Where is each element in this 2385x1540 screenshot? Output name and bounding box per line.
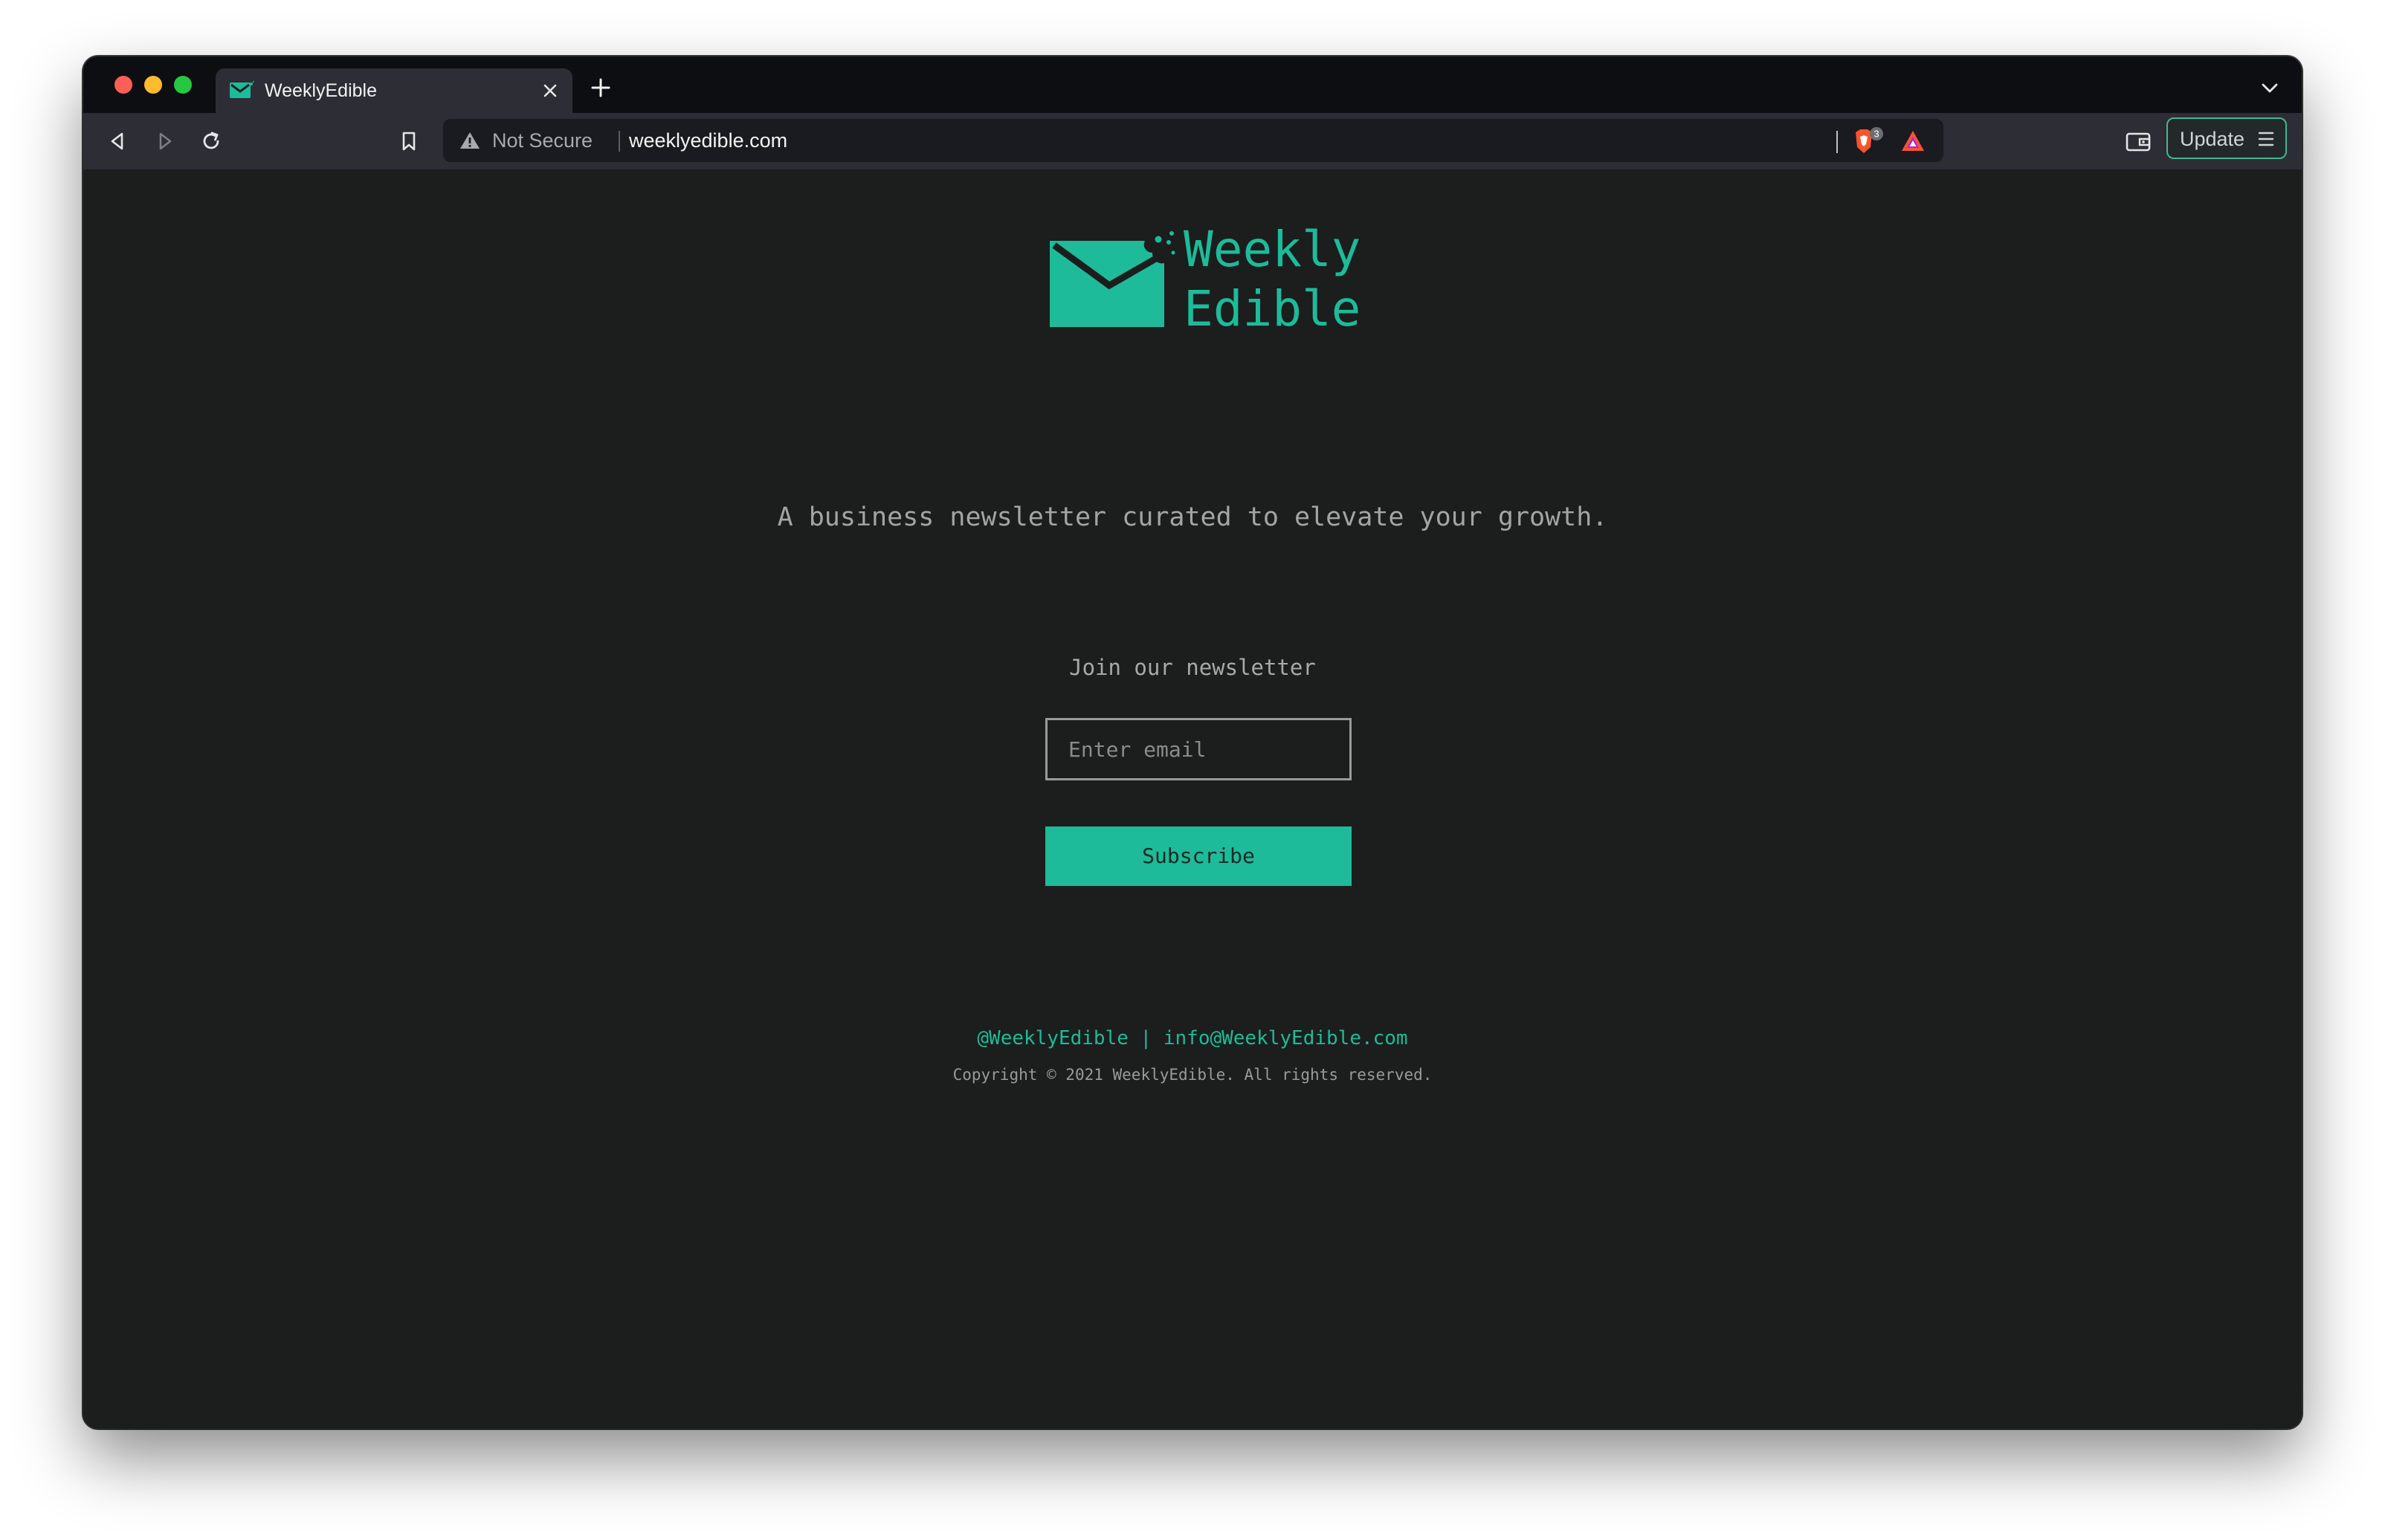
url-separator bbox=[1836, 131, 1838, 153]
footer-separator: | bbox=[1140, 1027, 1152, 1049]
forward-icon[interactable] bbox=[153, 129, 177, 153]
tab-weeklyedible[interactable]: WeeklyEdible bbox=[216, 68, 572, 113]
close-window-button[interactable] bbox=[114, 76, 132, 94]
footer-links: @WeeklyEdible | info@WeeklyEdible.com bbox=[83, 1026, 2302, 1051]
tab-title: WeeklyEdible bbox=[265, 80, 378, 101]
page-content: Weekly Edible A business newsletter cura… bbox=[83, 169, 2302, 1429]
address-bar[interactable]: Not Secure weeklyedible.com 3 bbox=[443, 119, 1943, 162]
browser-toolbar: Not Secure weeklyedible.com 3 Update bbox=[83, 113, 2302, 169]
twitter-link[interactable]: @WeeklyEdible bbox=[977, 1027, 1129, 1049]
subscribe-button[interactable]: Subscribe bbox=[1045, 826, 1352, 886]
newsletter-label: Join our newsletter bbox=[1069, 655, 1316, 680]
shield-count: 3 bbox=[1874, 129, 1879, 140]
new-tab-icon[interactable] bbox=[589, 76, 613, 100]
logo-text-line1: Weekly bbox=[1184, 221, 1361, 278]
chevron-down-icon[interactable] bbox=[2260, 80, 2279, 95]
tagline: A business newsletter curated to elevate… bbox=[777, 502, 1608, 532]
maximize-window-button[interactable] bbox=[174, 76, 192, 94]
reload-icon[interactable] bbox=[199, 129, 223, 153]
brave-shield-icon[interactable]: 3 bbox=[1851, 126, 1885, 156]
bitten-envelope-icon bbox=[1050, 231, 1175, 327]
security-status[interactable]: Not Secure bbox=[492, 129, 593, 152]
tab-strip: WeeklyEdible bbox=[83, 56, 2302, 113]
browser-window: WeeklyEdible Not Secure weeklyedible.com… bbox=[83, 56, 2302, 1429]
url-text[interactable]: weeklyedible.com bbox=[629, 129, 787, 152]
brave-rewards-icon[interactable] bbox=[1900, 129, 1926, 153]
wallet-icon[interactable] bbox=[2125, 129, 2152, 153]
update-button[interactable]: Update bbox=[2166, 117, 2287, 159]
back-icon[interactable] bbox=[106, 129, 129, 153]
email-input[interactable] bbox=[1045, 718, 1352, 780]
logo-text-line2: Edible bbox=[1184, 280, 1361, 337]
minimize-window-button[interactable] bbox=[144, 76, 162, 94]
email-link[interactable]: info@WeeklyEdible.com bbox=[1164, 1027, 1408, 1049]
weeklyedible-logo[interactable]: Weekly Edible bbox=[1047, 221, 1361, 337]
warning-icon[interactable] bbox=[459, 131, 480, 150]
envelope-icon bbox=[230, 81, 254, 98]
menu-icon bbox=[2258, 132, 2274, 146]
copyright-text: Copyright © 2021 WeeklyEdible. All right… bbox=[952, 1066, 1433, 1084]
url-divider bbox=[619, 131, 620, 152]
update-label: Update bbox=[2180, 128, 2245, 150]
close-tab-icon[interactable] bbox=[538, 79, 562, 103]
bookmark-icon[interactable] bbox=[397, 129, 421, 153]
